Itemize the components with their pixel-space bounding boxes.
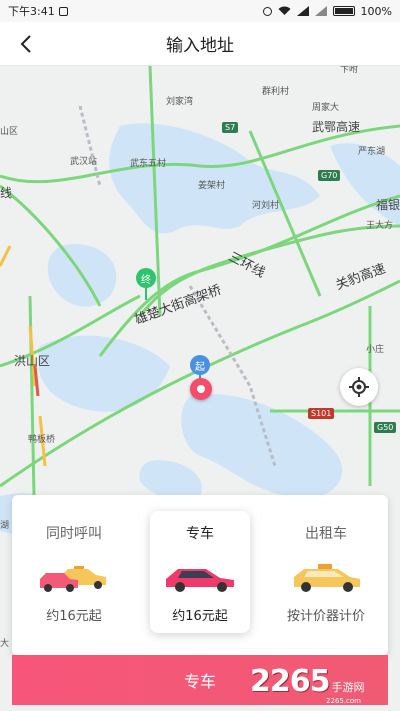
map-label: 福银	[376, 198, 400, 212]
car-type-panel: 同时呼叫 约16元起 专车 约16元起 出租车 按计价器计价	[12, 495, 388, 655]
car-option-premium[interactable]: 专车 约16元起	[150, 511, 250, 633]
watermark-number: 2265	[250, 664, 330, 699]
road-traffic	[0, 245, 12, 267]
map-label: 姜架村	[198, 181, 226, 191]
watermark-text: 手游网	[331, 681, 365, 694]
watermark-logo: 2265 手游网	[250, 664, 365, 699]
battery-percent: 100%	[360, 4, 392, 18]
battery-level	[334, 8, 353, 14]
lake-shape	[38, 335, 170, 412]
signal-icon	[296, 6, 309, 16]
map-label: 小庄	[366, 345, 385, 355]
destination-pin[interactable]: 终	[136, 268, 156, 288]
destination-pin-tail	[145, 288, 147, 300]
map-label: 周家大	[312, 103, 340, 113]
status-time: 下午3:41	[8, 5, 55, 18]
map-label: 武汉站	[70, 157, 98, 167]
nav-bar: 输入地址	[0, 22, 400, 66]
map-label: 群利村	[262, 87, 290, 97]
car-option-simultaneous[interactable]: 同时呼叫 约16元起	[24, 511, 124, 633]
map-label: 山区	[0, 127, 19, 137]
map-label: 大	[0, 639, 10, 649]
map-label: 湖	[0, 521, 10, 531]
map-label: 武东五村	[130, 159, 167, 169]
highway-shield: G70	[318, 170, 341, 181]
map-label: 河刘村	[252, 201, 280, 211]
highway-shield: S101	[308, 408, 335, 419]
road-traffic	[33, 365, 40, 397]
map-label: 刘家湾	[166, 97, 194, 107]
page-title: 输入地址	[166, 36, 234, 56]
car-option-name: 出租车	[305, 526, 347, 542]
crosshair-icon	[349, 377, 369, 397]
signal-icon-2	[314, 6, 327, 16]
chevron-left-icon	[20, 35, 31, 53]
current-location-pin[interactable]	[190, 378, 212, 400]
map-label: 卞咐	[340, 66, 359, 75]
map-label: 线	[0, 186, 13, 200]
start-pin[interactable]: 起	[190, 355, 210, 375]
car-option-price: 按计价器计价	[286, 609, 365, 624]
map-label: 洪山区	[14, 354, 51, 368]
location-dot	[197, 385, 205, 393]
highway-shield: G50	[374, 422, 397, 433]
car-option-price: 约16元起	[46, 609, 102, 624]
notification-icon	[58, 6, 68, 16]
premium-car-icon	[166, 569, 234, 592]
battery-icon	[332, 6, 355, 16]
car-option-taxi[interactable]: 出租车 按计价器计价	[276, 511, 376, 633]
map-label: 严东湖	[358, 147, 386, 157]
car-option-name: 专车	[186, 526, 214, 542]
back-button[interactable]	[8, 22, 44, 66]
map-label: 武鄂高速	[312, 120, 361, 134]
locate-me-button[interactable]	[340, 368, 378, 406]
status-bar: 下午3:41 100%	[0, 0, 400, 22]
alarm-icon	[262, 6, 272, 16]
watermark-url: 2265.com	[326, 697, 361, 705]
highway-shield: S7	[222, 122, 239, 133]
wifi-icon	[278, 6, 291, 15]
map-label: 王大方	[366, 221, 394, 231]
car-option-name: 同时呼叫	[46, 526, 102, 542]
car-option-price: 约16元起	[172, 609, 228, 624]
dual-car-icon	[40, 566, 106, 592]
map-label: 鸭板桥	[28, 435, 56, 445]
taxi-icon	[294, 564, 360, 592]
